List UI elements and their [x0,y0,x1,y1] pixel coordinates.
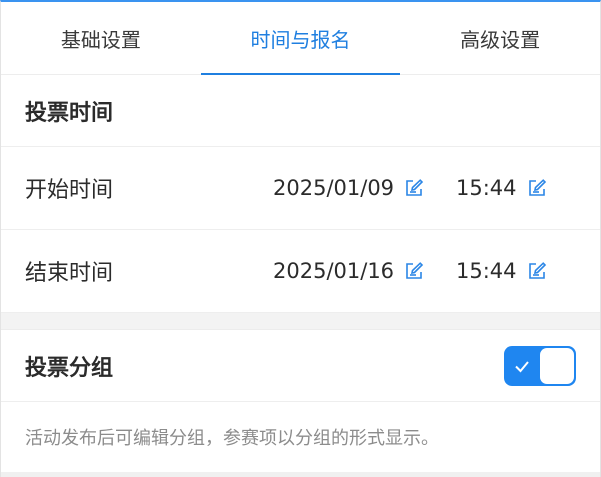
end-time-picker[interactable]: 15:44 [456,230,547,312]
vote-time-title: 投票时间 [25,100,114,126]
section-divider [1,313,600,330]
start-time-label: 开始时间 [25,178,114,203]
end-time-row: 结束时间 2025/01/16 15:44 [1,230,600,313]
edit-icon[interactable] [404,178,424,198]
start-time-picker[interactable]: 15:44 [456,147,547,229]
end-time-label: 结束时间 [25,261,114,286]
vote-group-header: 投票分组 [1,330,600,402]
check-icon [515,360,529,372]
end-time-value: 15:44 [456,259,517,283]
vote-group-hint-text: 活动发布后可编辑分组，参赛项以分组的形式显示。 [25,428,439,449]
start-date-picker[interactable]: 2025/01/09 [273,147,424,229]
vote-time-header: 投票时间 [1,75,600,147]
end-date-value: 2025/01/16 [273,259,395,283]
vote-group-title: 投票分组 [25,355,114,381]
tab-basic-settings[interactable]: 基础设置 [1,2,201,74]
vote-group-toggle[interactable] [504,345,576,386]
start-date-value: 2025/01/09 [273,176,395,200]
settings-panel: 基础设置 时间与报名 高级设置 投票时间 开始时间 2025/01/09 15:… [0,0,601,477]
edit-icon[interactable] [527,261,547,281]
edit-icon[interactable] [527,178,547,198]
end-date-picker[interactable]: 2025/01/16 [273,230,424,312]
tab-advanced-settings[interactable]: 高级设置 [400,2,600,74]
toggle-knob [540,347,574,384]
bottom-divider [1,472,600,477]
tab-time-registration[interactable]: 时间与报名 [200,2,401,75]
vote-group-hint: 活动发布后可编辑分组，参赛项以分组的形式显示。 [1,402,600,472]
tab-bar: 基础设置 时间与报名 高级设置 [1,2,600,75]
start-time-row: 开始时间 2025/01/09 15:44 [1,147,600,230]
edit-icon[interactable] [404,261,424,281]
start-time-value: 15:44 [456,176,517,200]
